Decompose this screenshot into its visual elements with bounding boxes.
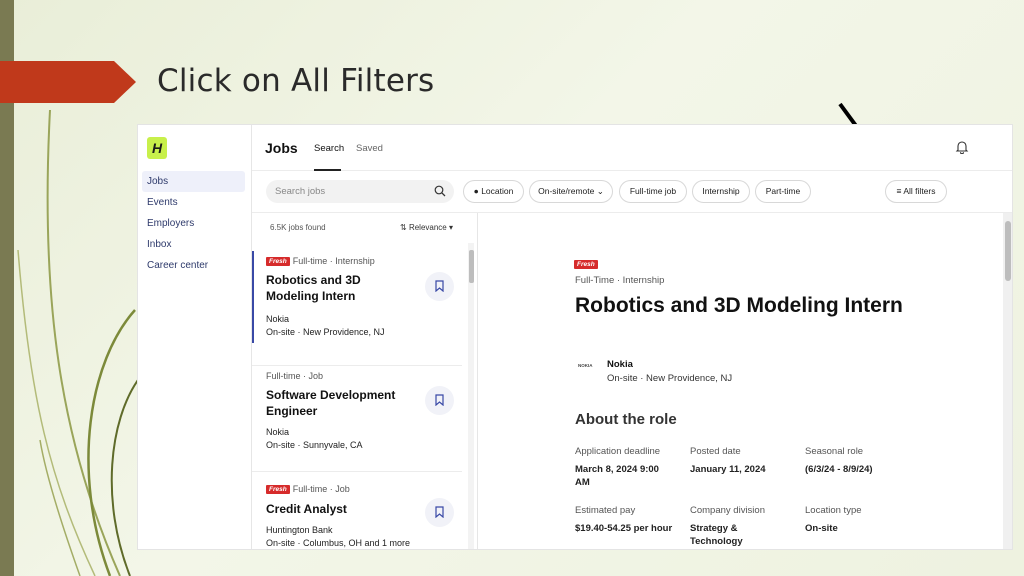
bookmark-icon (435, 394, 444, 406)
search-icon[interactable] (434, 185, 446, 197)
notification-bell-icon[interactable] (955, 140, 969, 154)
company-logo[interactable]: NOKIA (578, 363, 593, 368)
job-detail-meta: Full-Time · Internship (575, 275, 665, 286)
application-deadline-value: March 8, 2024 9:00 AM (575, 464, 659, 488)
sort-icon: ⇅ (400, 223, 407, 232)
location-type-label: Location type (805, 505, 862, 516)
sidebar: H Jobs Events Employers Inbox Career cen… (138, 125, 252, 549)
job-detail-location: On-site · New Providence, NJ (607, 373, 733, 384)
list-scrollbar[interactable] (468, 243, 474, 549)
full-time-filter-chip[interactable]: Full-time job (619, 180, 687, 203)
results-count: 6.5K jobs found (270, 223, 326, 232)
sidebar-item-jobs[interactable]: Jobs (142, 171, 245, 192)
slide-title: Click on All Filters (157, 63, 435, 99)
page-title: Jobs (265, 140, 298, 156)
sort-dropdown[interactable]: ⇅ Relevance ▾ (400, 223, 453, 232)
job-company: Nokia (266, 314, 290, 324)
job-card[interactable]: Fresh Full-time · Job Credit Analyst Hunt… (252, 471, 462, 549)
app-window: H Jobs Events Employers Inbox Career cen… (137, 124, 1013, 550)
job-card-meta: Fresh Full-time · Internship (266, 256, 375, 266)
job-detail-title: Robotics and 3D Modeling Intern (575, 294, 903, 317)
location-chip-label: Location (481, 186, 514, 196)
bookmark-icon (435, 280, 444, 292)
location-filter-chip[interactable]: ● Location (463, 180, 524, 203)
sidebar-item-events[interactable]: Events (142, 192, 245, 213)
job-title[interactable]: Software Development Engineer (266, 387, 416, 419)
posted-date-label: Posted date (690, 446, 741, 457)
sidebar-item-employers[interactable]: Employers (142, 213, 245, 234)
job-location: On-site · Columbus, OH and 1 more (266, 538, 411, 548)
posted-date-value: January 11, 2024 (690, 464, 766, 475)
save-job-button[interactable] (425, 386, 454, 415)
part-time-filter-chip[interactable]: Part-time (755, 180, 811, 203)
sort-label: Relevance (408, 223, 447, 232)
job-card-meta: Full-time · Job (266, 371, 324, 381)
chevron-down-icon: ▾ (448, 223, 453, 232)
tab-saved[interactable]: Saved (356, 143, 383, 154)
location-pin-icon: ● (473, 186, 479, 196)
job-title[interactable]: Credit Analyst (266, 501, 416, 517)
company-division-label: Company division (690, 505, 765, 516)
bookmark-icon (435, 506, 444, 518)
tab-search[interactable]: Search (314, 143, 344, 154)
fresh-badge: Fresh (574, 260, 598, 269)
top-bar: Jobs Search Saved SA (252, 125, 1012, 171)
job-title[interactable]: Robotics and 3D Modeling Intern (266, 272, 416, 304)
sidebar-item-inbox[interactable]: Inbox (142, 234, 245, 255)
sidebar-nav: Jobs Events Employers Inbox Career cente… (142, 171, 245, 276)
search-input[interactable]: Search jobs (266, 180, 454, 203)
onsite-remote-filter-chip[interactable]: On-site/remote ⌄ (529, 180, 613, 203)
job-list-pane: 6.5K jobs found ⇅ Relevance ▾ Fresh Full-… (252, 213, 478, 549)
app-logo[interactable]: H (147, 137, 167, 159)
about-role-heading: About the role (575, 411, 677, 428)
fresh-badge: Fresh (266, 485, 290, 494)
seasonal-role-value: (6/3/24 - 8/9/24) (805, 464, 873, 475)
all-filters-button[interactable]: ≡ All filters (885, 180, 947, 203)
list-scrollbar-thumb[interactable] (469, 250, 474, 283)
internship-filter-chip[interactable]: Internship (692, 180, 750, 203)
application-deadline-label: Application deadline (575, 446, 661, 457)
save-job-button[interactable] (425, 272, 454, 301)
location-type-value: On-site (805, 523, 838, 534)
company-division-value: Strategy & Technology (690, 523, 743, 547)
job-card[interactable]: Fresh Full-time · Internship Robotics and… (252, 251, 462, 343)
filter-bar: Search jobs ● Location On-site/remote ⌄ … (252, 171, 1012, 213)
seasonal-role-label: Seasonal role (805, 446, 864, 457)
estimated-pay-label: Estimated pay (575, 505, 636, 516)
title-arrow-shape (0, 61, 136, 103)
job-company: Huntington Bank (266, 525, 333, 535)
search-placeholder: Search jobs (275, 186, 326, 197)
job-detail-company[interactable]: Nokia (607, 359, 633, 370)
onsite-remote-chip-label: On-site/remote (538, 186, 595, 196)
chevron-down-icon: ⌄ (596, 186, 604, 196)
job-location: On-site · Sunnyvale, CA (266, 440, 363, 450)
detail-scrollbar-thumb[interactable] (1005, 221, 1011, 281)
fresh-badge: Fresh (266, 257, 290, 266)
sidebar-item-career-center[interactable]: Career center (142, 255, 245, 276)
save-job-button[interactable] (425, 498, 454, 527)
job-type: Full-time · Job (292, 484, 350, 494)
job-company: Nokia (266, 427, 290, 437)
job-card[interactable]: Full-time · Job Software Development Eng… (252, 365, 462, 457)
job-card-meta: Fresh Full-time · Job (266, 484, 350, 494)
job-type: Full-time · Internship (292, 256, 375, 266)
all-filters-label: All filters (903, 186, 936, 196)
sliders-icon: ≡ (896, 186, 902, 196)
estimated-pay-value: $19.40-54.25 per hour (575, 523, 673, 534)
job-location: On-site · New Providence, NJ (266, 327, 385, 337)
job-detail-pane: Fresh Full-Time · Internship Robotics an… (479, 213, 1012, 549)
